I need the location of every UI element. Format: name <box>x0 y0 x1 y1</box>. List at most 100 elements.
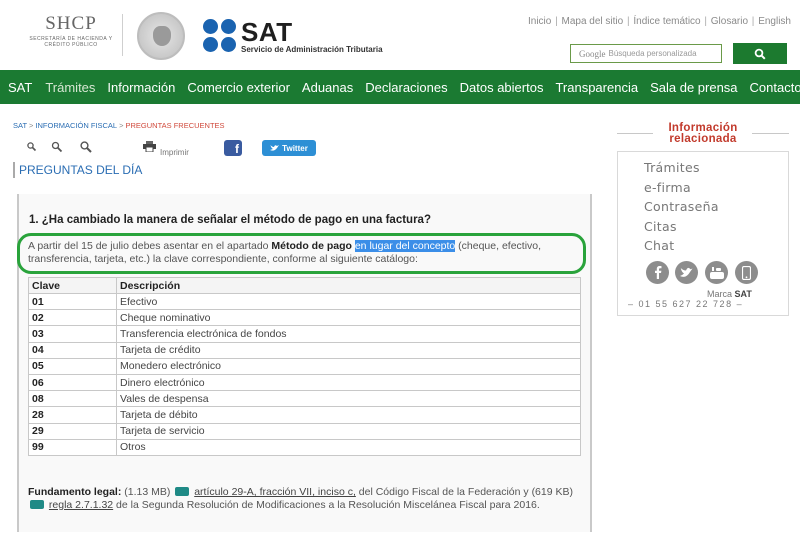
panel-title-rule-right <box>752 133 789 134</box>
top-link-indice[interactable]: Índice temático <box>633 16 700 27</box>
text-normal-icon[interactable] <box>51 141 63 153</box>
descripcion-cell: Cheque nominativo <box>116 309 581 327</box>
table-header-row: Clave Descripción <box>28 277 581 294</box>
table-row: 28 Tarjeta de débito <box>28 406 581 424</box>
pdf-icon <box>30 499 44 509</box>
table-row: 01 Efectivo <box>28 292 581 311</box>
descripcion-cell: Tarjeta de débito <box>116 406 581 424</box>
logo-divider <box>122 14 123 56</box>
table-row: 04 Tarjeta de crédito <box>28 341 581 359</box>
main-nav: SAT Trámites Información Comercio exteri… <box>0 70 800 104</box>
file-size-1: (1.13 MB) <box>124 486 171 498</box>
table-row: 29 Tarjeta de servicio <box>28 422 581 440</box>
printer-icon[interactable] <box>143 141 156 152</box>
clave-cell: 99 <box>28 438 117 456</box>
fundamento-legal: Fundamento legal: (1.13 MB) artículo 29-… <box>28 486 583 511</box>
clave-cell: 08 <box>28 390 117 408</box>
nav-item-sat[interactable]: SAT <box>0 70 39 104</box>
contact-phone[interactable]: – 01 55 627 22 728 – <box>628 299 743 309</box>
top-link-inicio[interactable]: Inicio <box>528 16 551 27</box>
clave-cell: 03 <box>28 325 117 343</box>
highlight-annotation-ring <box>17 233 586 274</box>
related-link-citas[interactable]: Citas <box>644 219 677 234</box>
table-row: 05 Monedero electrónico <box>28 357 581 375</box>
shcp-logo[interactable]: SHCP Secretaría de Hacienda y Crédito Pú… <box>22 14 120 58</box>
facebook-icon: f <box>235 142 239 156</box>
descripcion-cell: Vales de despensa <box>116 390 581 408</box>
related-link-contrasena[interactable]: Contraseña <box>644 199 719 214</box>
payment-method-catalog-table: Clave Descripción 01 Efectivo 02 Cheque no… <box>28 277 581 456</box>
question-title: 1. ¿Ha cambiado la manera de señalar el … <box>29 214 431 226</box>
text-decrease-icon[interactable] <box>26 141 38 153</box>
clave-cell: 04 <box>28 341 117 359</box>
clave-cell: 05 <box>28 357 117 375</box>
file-size-2: (619 KB) <box>531 486 573 498</box>
table-row: 08 Vales de despensa <box>28 390 581 408</box>
nav-item-declaraciones[interactable]: Declaraciones <box>359 70 453 104</box>
search-button[interactable] <box>733 43 787 64</box>
table-row: 99 Otros <box>28 438 581 456</box>
search-icon <box>754 48 766 60</box>
table-row: 03 Transferencia electrónica de fondos <box>28 325 581 343</box>
clave-cell: 28 <box>28 406 117 424</box>
link-articulo-29a[interactable]: artículo 29-A, fracción VII, inciso c, <box>194 486 356 498</box>
breadcrumb-informacion-fiscal[interactable]: INFORMACIÓN FISCAL <box>35 121 117 130</box>
descripcion-cell: Efectivo <box>116 292 581 311</box>
nav-item-tramites[interactable]: Trámites <box>39 70 101 104</box>
clave-cell: 29 <box>28 422 117 440</box>
twitter-label: Twitter <box>282 143 308 153</box>
text-increase-icon[interactable] <box>80 141 92 153</box>
clave-cell: 02 <box>28 309 117 327</box>
related-info-title: Información relacionada <box>668 122 738 145</box>
clave-cell: 01 <box>28 292 117 311</box>
descripcion-cell: Tarjeta de crédito <box>116 341 581 359</box>
top-links: Inicio | Mapa del sitio | Índice temátic… <box>527 16 791 27</box>
nav-item-contacto[interactable]: Contacto <box>744 70 800 104</box>
twitter-share-button[interactable]: Twitter <box>262 140 316 156</box>
sat-dots-icon <box>203 19 237 53</box>
link-regla-2-7-1-32[interactable]: regla 2.7.1.32 <box>49 499 113 511</box>
nav-item-aduanas[interactable]: Aduanas <box>296 70 359 104</box>
column-header-descripcion: Descripción <box>116 277 581 294</box>
fundamento-text-2: de la Segunda Resolución de Modificacion… <box>113 498 540 511</box>
breadcrumb: SAT > INFORMACIÓN FISCAL > PREGUNTAS FRECUEN… <box>13 121 225 130</box>
nav-item-comercio-exterior[interactable]: Comercio exterior <box>181 70 296 104</box>
coat-of-arms-icon <box>137 12 185 60</box>
descripcion-cell: Monedero electrónico <box>116 357 581 375</box>
search-placeholder: Búsqueda personalizada <box>608 49 697 58</box>
twitter-icon <box>270 145 280 151</box>
print-label[interactable]: Imprimir <box>160 148 189 157</box>
fundamento-label: Fundamento legal: <box>28 486 122 498</box>
table-row: 02 Cheque nominativo <box>28 309 581 327</box>
descripcion-cell: Transferencia electrónica de fondos <box>116 325 581 343</box>
search-input[interactable]: Google Búsqueda personalizada <box>570 44 722 63</box>
pdf-icon <box>175 487 190 496</box>
sat-logo[interactable]: SAT Servicio de Administración Tributari… <box>203 17 403 55</box>
mobile-app-icon[interactable] <box>735 261 758 284</box>
clave-cell: 06 <box>28 373 117 392</box>
related-link-e-firma[interactable]: e-firma <box>644 180 691 195</box>
nav-item-datos-abiertos[interactable]: Datos abiertos <box>454 70 550 104</box>
top-link-glosario[interactable]: Glosario <box>711 16 748 27</box>
descripcion-cell: Dinero electrónico <box>116 373 581 392</box>
panel-title-rule-left <box>617 133 653 134</box>
marca-sat-label: Marca SAT <box>707 289 752 299</box>
top-link-mapa[interactable]: Mapa del sitio <box>562 16 624 27</box>
nav-item-sala-de-prensa[interactable]: Sala de prensa <box>644 70 743 104</box>
nav-item-informacion[interactable]: Información <box>101 70 181 104</box>
column-header-clave: Clave <box>28 277 117 294</box>
facebook-share-button[interactable]: f <box>224 140 242 156</box>
table-row: 06 Dinero electrónico <box>28 373 581 392</box>
related-link-chat[interactable]: Chat <box>644 238 674 253</box>
top-link-english[interactable]: English <box>758 16 791 27</box>
nav-item-transparencia[interactable]: Transparencia <box>549 70 644 104</box>
twitter-icon[interactable] <box>675 261 698 284</box>
fundamento-text-1: del Código Fiscal de la Federación y <box>355 486 532 498</box>
youtube-icon[interactable] <box>705 261 728 284</box>
breadcrumb-preguntas-frecuentes: PREGUNTAS FRECUENTES <box>125 121 225 130</box>
facebook-icon[interactable] <box>646 261 669 284</box>
breadcrumb-sat[interactable]: SAT <box>13 121 27 130</box>
descripcion-cell: Otros <box>116 438 581 456</box>
related-link-tramites[interactable]: Trámites <box>644 160 700 175</box>
section-title: PREGUNTAS DEL DÍA <box>13 162 142 178</box>
